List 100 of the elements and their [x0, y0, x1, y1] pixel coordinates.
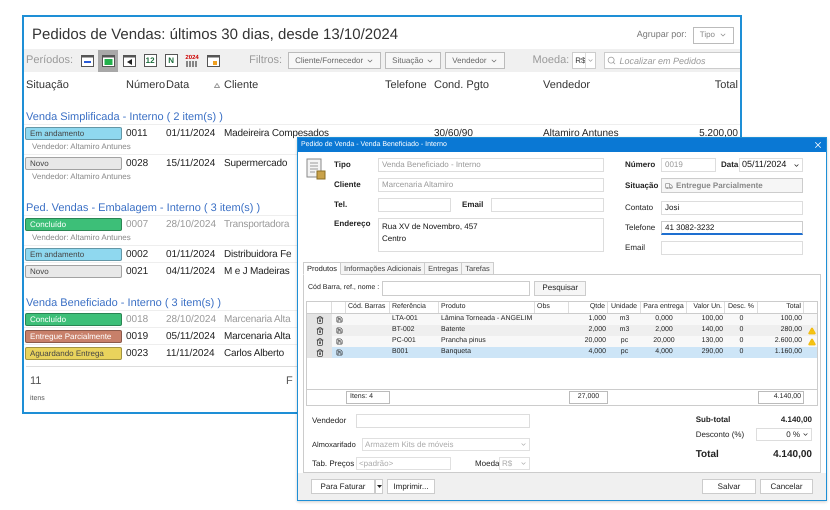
column-header[interactable]: Situação	[26, 78, 69, 91]
group-heading: Venda Beneficiado - Interno ( 3 item(s) )	[25, 296, 222, 310]
address-field[interactable]: Rua XV de Novembro, 457 Centro	[378, 218, 604, 252]
chevron-icon	[719, 31, 727, 39]
field-label: Situação	[625, 180, 660, 192]
subtotal-label: Sub-total	[696, 414, 730, 426]
price-table-field[interactable]: <padrão>	[356, 457, 451, 470]
delete-icon[interactable]	[316, 348, 324, 356]
column-header[interactable]: Cond. Pgto	[434, 78, 490, 91]
close-icon[interactable]	[813, 140, 823, 150]
cancel-button[interactable]: Cancelar	[760, 479, 813, 494]
calendar-icon	[80, 54, 94, 67]
search-input[interactable]	[382, 280, 530, 296]
order-number: 0021	[126, 266, 148, 276]
floppy-icon[interactable]	[336, 327, 342, 334]
invoice-button[interactable]: Para Faturar	[311, 479, 375, 494]
currency-select[interactable]: R$	[572, 52, 596, 69]
document-icon	[306, 158, 326, 180]
group-heading: Ped. Vendas - Embalagem - Interno ( 3 item(s) )	[25, 201, 260, 215]
chevron-icon	[802, 431, 809, 438]
column-header[interactable]: Cliente	[224, 78, 258, 91]
delete-icon[interactable]	[316, 316, 324, 324]
floppy-icon[interactable]	[336, 349, 342, 356]
column-header[interactable]: Telefone	[385, 78, 427, 91]
client-name: Marcenaria Alta	[224, 330, 290, 342]
floppy-icon[interactable]	[336, 338, 342, 345]
field-label: Contato	[625, 202, 654, 214]
order-number: 0028	[126, 158, 148, 168]
text-field[interactable]	[378, 198, 451, 212]
search-field[interactable]: Localizar em Pedidos	[604, 52, 740, 69]
column-header[interactable]: Vendedor	[543, 78, 590, 91]
order-number: 0002	[126, 248, 148, 260]
discount-select[interactable]: 0 %	[756, 428, 812, 441]
group-by-dropdown[interactable]: Tipo	[692, 26, 734, 44]
discount-label: Desconto (%)	[696, 428, 744, 440]
order-number: 0019	[126, 330, 148, 342]
status-badge: Novo	[25, 156, 122, 170]
status-badge: Entregue Parcialmente	[25, 330, 122, 342]
order-number: 0023	[126, 348, 148, 358]
periods-label: Períodos:	[26, 53, 74, 68]
period-button[interactable]: N	[161, 50, 182, 72]
order-number: 0007	[126, 218, 148, 230]
delete-icon[interactable]	[316, 326, 324, 334]
period-button[interactable]: 12	[140, 50, 160, 72]
currency-label: Moeda:	[532, 53, 570, 68]
date-picker[interactable]: 05/11/2024	[739, 158, 803, 172]
order-date: 04/11/2024	[166, 266, 216, 276]
field-label: Tel.	[334, 199, 348, 211]
window-title: Pedidos de Vendas: últimos 30 dias, desde 13/10/2024	[32, 24, 398, 45]
client-name: Madeireira Compesados	[224, 128, 329, 138]
truck-icon	[665, 182, 673, 190]
caret-icon	[376, 485, 382, 488]
order-number: 0018	[126, 314, 148, 324]
delete-icon[interactable]	[316, 338, 324, 346]
subtotal-value: 4.140,00	[780, 414, 812, 426]
text-field[interactable]: 41 3082-3232	[661, 221, 803, 235]
text-field[interactable]	[491, 198, 604, 212]
floppy-icon[interactable]	[336, 316, 342, 323]
client-name: M e J Madeiras	[224, 266, 290, 276]
print-button[interactable]: Imprimir...	[387, 479, 435, 494]
search-button[interactable]: Pesquisar	[534, 280, 586, 296]
status-field: Entregue Parcialmente	[661, 178, 803, 193]
order-date: 05/11/2024	[166, 330, 216, 342]
calendar-grid-icon	[186, 60, 198, 66]
status-badge: Novo	[25, 264, 122, 278]
total-label: Total	[696, 448, 719, 462]
sort-icon	[214, 82, 220, 88]
save-button[interactable]: Salvar	[702, 479, 756, 494]
seller-name: Altamiro Antunes	[543, 128, 619, 138]
column-header[interactable]: Número	[126, 78, 166, 91]
field-label: Tab. Preços	[312, 458, 356, 470]
field-label: Vendedor	[312, 415, 348, 427]
filter-dropdown[interactable]: Cliente/Fornecedor	[288, 52, 382, 69]
field-label: Moeda	[475, 458, 499, 470]
column-header[interactable]: Data	[166, 76, 190, 94]
search-icon	[607, 56, 616, 65]
order-date: 01/11/2024	[166, 128, 216, 138]
payment-terms: 30/60/90	[434, 128, 473, 138]
group-heading: Venda Simplificada - Interno ( 2 item(s) )	[25, 110, 223, 124]
period-button[interactable]	[98, 50, 118, 72]
column-header[interactable]: Total	[714, 78, 738, 91]
item-count: 11	[30, 374, 42, 389]
filter-dropdown[interactable]: Vendedor	[445, 52, 505, 69]
field-label: Telefone	[625, 222, 656, 234]
text-field[interactable]: Josi	[661, 201, 803, 215]
chevron-icon	[520, 460, 527, 467]
order-total: 5.200,00	[699, 128, 738, 138]
chevron-icon	[520, 441, 527, 448]
dropdown-button[interactable]	[375, 479, 383, 494]
client-name: Carlos Alberto	[224, 348, 284, 358]
filter-dropdown[interactable]: Situação	[385, 52, 442, 69]
client-name: Transportadora	[224, 218, 290, 230]
order-date: 11/11/2024	[166, 348, 215, 358]
client-name: Supermercado	[224, 158, 288, 168]
chevron-icon	[793, 162, 800, 168]
text-field[interactable]	[661, 241, 803, 255]
text-field[interactable]	[356, 414, 530, 428]
order-date: 15/11/2024	[166, 158, 216, 168]
total-value: 4.140,00	[773, 448, 812, 462]
calendar-icon	[206, 54, 220, 67]
